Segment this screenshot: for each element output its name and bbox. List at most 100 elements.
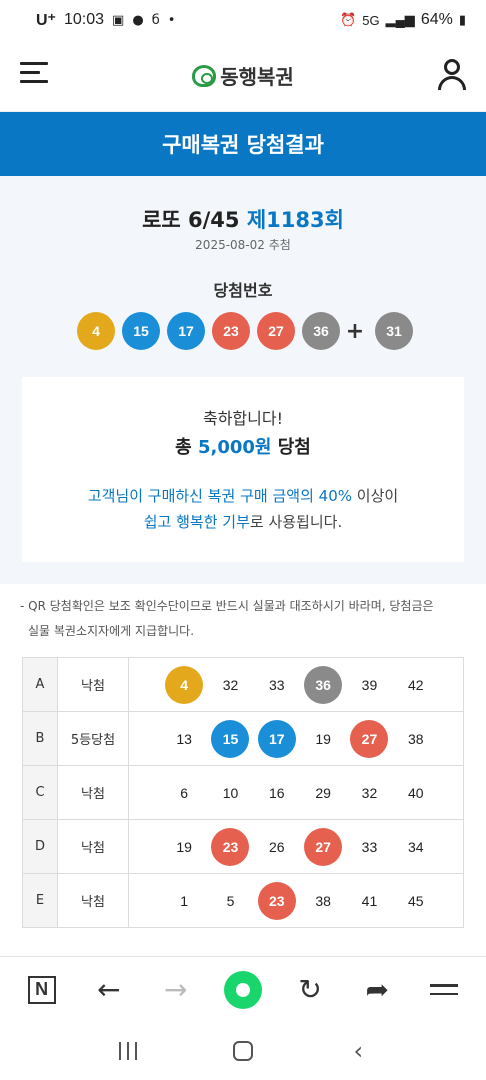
- ticket-letter: D: [22, 819, 58, 874]
- draw-result-section: 로또 6/45 제1183회 2025-08-02 추첨 당첨번호 4 15 17 2…: [0, 176, 486, 584]
- user-icon-body: [438, 76, 466, 90]
- signal-icon: ▂▄▆: [385, 12, 415, 27]
- dot-icon: •: [167, 12, 176, 28]
- total-suffix: 당첨: [271, 437, 311, 458]
- congrats-text: 축하합니다!: [202, 409, 283, 428]
- matched-number-ball: 23: [211, 827, 250, 866]
- site-logo[interactable]: 동행복권: [192, 61, 294, 90]
- ticket-letter: E: [22, 873, 58, 928]
- winning-ball: 27: [257, 312, 295, 350]
- matched-number-ball: 27: [304, 827, 343, 866]
- refresh-icon[interactable]: ↻: [290, 970, 330, 1010]
- donation-text-1: 이상이: [352, 487, 399, 505]
- total-prize: 총 5,000원 당첨: [22, 433, 464, 459]
- ticket-numbers: 13 15 17 19 27 38: [128, 711, 464, 766]
- winning-numbers-label: 당첨번호: [213, 281, 273, 300]
- hamburger-menu-button[interactable]: [20, 62, 48, 86]
- winning-ball: 23: [212, 312, 250, 350]
- ticket-number: 19: [315, 730, 331, 747]
- green-home-icon[interactable]: [223, 970, 263, 1010]
- ticket-result: 낙첨: [57, 873, 129, 928]
- donation-line-1: 고객님이 구매하신 복권 구매 금액의 40% 이상이: [22, 485, 464, 506]
- talk-icon: ●: [132, 12, 144, 28]
- notice-line-2: 실물 복권소지자에게 지급합니다.: [28, 624, 195, 638]
- ticket-numbers: 1 5 23 38 41 45: [128, 873, 464, 928]
- back-icon[interactable]: ‹: [338, 1031, 378, 1071]
- home-icon[interactable]: [223, 1031, 263, 1071]
- ticket-result: 낙첨: [57, 657, 129, 712]
- ticket-number: 10: [222, 784, 239, 801]
- prize-card: 축하합니다! 총 5,000원 당첨 고객님이 구매하신 복권 구매 금액의 4…: [22, 377, 464, 562]
- status-bar: U⁺ 10:03 ▣ ● б • ⏰ 5G ▂▄▆ 64% ▮: [0, 0, 486, 40]
- ticket-numbers: 6 10 16 29 32 40: [128, 765, 464, 820]
- ticket-number: 32: [361, 784, 378, 801]
- ticket-row: E 낙첨 1 5 23 38 41 45: [22, 873, 464, 928]
- winning-ball: 15: [122, 312, 160, 350]
- game-name: 로또 6/45: [142, 208, 240, 232]
- ticket-number: 40: [408, 784, 424, 801]
- ticket-letter: C: [22, 765, 58, 820]
- site-header: 동행복권: [0, 40, 486, 112]
- user-icon-head: [444, 59, 460, 75]
- ticket-number: 5: [226, 892, 235, 909]
- ticket-result: 5등당첨: [57, 711, 129, 766]
- ticket-letter: A: [22, 657, 58, 712]
- round-number: 제1183회: [246, 208, 344, 232]
- ticket-letter: B: [22, 711, 58, 766]
- ticket-numbers: 4 32 33 36 39 42: [128, 657, 464, 712]
- recents-icon[interactable]: [108, 1031, 148, 1071]
- ticket-numbers: 19 23 26 27 33 34: [128, 819, 464, 874]
- gallery-icon: ▣: [112, 12, 125, 28]
- ticket-number: 41: [361, 892, 378, 909]
- ticket-results-table: A 낙첨 4 32 33 36 39 42 B 5등당첨 13 15 17 19 27 38 C 낙첨 6 10 16 2…: [22, 657, 464, 928]
- share-icon[interactable]: ➦: [357, 970, 397, 1010]
- donation-highlight-2: 쉽고 행복한 기부: [143, 513, 250, 531]
- draw-date: 2025-08-02 추첨: [195, 238, 291, 252]
- ticket-number: 42: [408, 676, 424, 693]
- ticket-number: 39: [361, 676, 378, 693]
- matched-number-ball: 4: [165, 665, 204, 704]
- notice-line-1: - QR 당첨확인은 보조 확인수단이므로 반드시 실물과 대조하시기 바라며,…: [20, 599, 434, 613]
- ticket-number: 29: [315, 784, 331, 801]
- clock: 10:03: [64, 11, 105, 28]
- winning-numbers: 4 15 17 23 27 36 +31: [77, 312, 420, 350]
- ticket-row: C 낙첨 6 10 16 29 32 40: [22, 765, 464, 820]
- ticket-number: 38: [315, 892, 331, 909]
- ticket-number: 38: [408, 730, 424, 747]
- donation-text-2: 로 사용됩니다.: [249, 513, 343, 531]
- carrier-label: U⁺: [36, 12, 56, 29]
- back-arrow-icon[interactable]: ←: [89, 970, 129, 1010]
- matched-number-ball: 27: [350, 719, 389, 758]
- ticket-number: 33: [269, 676, 285, 693]
- round-title: 로또 6/45 제1183회: [0, 204, 486, 234]
- browser-toolbar: N ← → ↻ ➦: [0, 956, 486, 1022]
- forward-arrow-icon[interactable]: →: [156, 970, 196, 1010]
- donation-line-2: 쉽고 행복한 기부로 사용됩니다.: [22, 511, 464, 532]
- battery-percent: 64%: [420, 11, 453, 28]
- donation-highlight-1: 고객님이 구매하신 복권 구매 금액의 40%: [87, 487, 352, 505]
- ticket-number: 16: [269, 784, 285, 801]
- naver-n-icon[interactable]: N: [22, 970, 62, 1010]
- ticket-row: A 낙첨 4 32 33 36 39 42: [22, 657, 464, 712]
- matched-number-ball: 15: [211, 719, 250, 758]
- alarm-icon: ⏰: [340, 12, 357, 27]
- ticket-number: 45: [408, 892, 424, 909]
- user-account-button[interactable]: [436, 58, 468, 90]
- ticket-result: 낙첨: [57, 819, 129, 874]
- ticket-number: 13: [176, 730, 192, 747]
- ticket-number: 26: [269, 838, 285, 855]
- ticket-row: D 낙첨 19 23 26 27 33 34: [22, 819, 464, 874]
- ticket-number: 33: [361, 838, 378, 855]
- winning-ball: 17: [167, 312, 205, 350]
- ticket-number: 34: [408, 838, 424, 855]
- winning-ball: 4: [77, 312, 115, 350]
- ticket-number: 19: [176, 838, 192, 855]
- notification-icon: б: [151, 12, 160, 28]
- logo-text: 동행복권: [220, 65, 294, 89]
- winning-ball: 36: [302, 312, 340, 350]
- ticket-number: 6: [180, 784, 189, 801]
- prize-amount: 5,000원: [197, 437, 272, 458]
- menu-icon[interactable]: [424, 970, 464, 1010]
- ticket-number: 1: [180, 892, 189, 909]
- matched-number-ball: 23: [257, 881, 296, 920]
